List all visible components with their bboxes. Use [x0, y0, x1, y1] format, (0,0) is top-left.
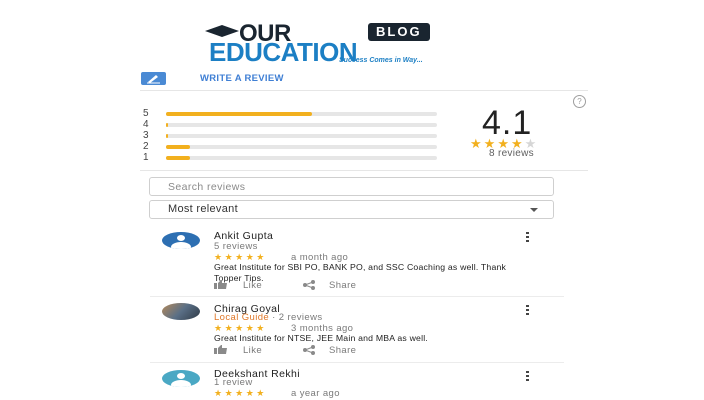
review-count: 8 reviews — [489, 148, 534, 159]
brand-logo: OUR BLOG EDUCATION Success Comes in Way.… — [205, 20, 490, 67]
reviewer-review-count: 5 reviews — [214, 241, 258, 252]
star-icon: ★ — [470, 136, 484, 151]
person-icon — [177, 235, 185, 241]
logo-blog-badge: BLOG — [368, 23, 430, 41]
more-options-icon[interactable] — [525, 232, 531, 243]
sort-dropdown[interactable]: Most relevant — [149, 200, 554, 219]
histogram-track — [166, 134, 437, 138]
histogram-row: 2 — [143, 141, 443, 153]
share-button[interactable]: Share — [329, 345, 356, 356]
reviewer-review-count: · 2 reviews — [272, 312, 323, 323]
person-icon — [177, 373, 185, 379]
histogram-row: 3 — [143, 130, 443, 142]
share-button[interactable]: Share — [329, 280, 356, 291]
review-divider — [150, 296, 564, 297]
histogram-star-label: 2 — [143, 141, 149, 152]
reviewer-meta: Local Guide · 2 reviews — [214, 312, 322, 323]
histogram-fill — [166, 134, 169, 138]
histogram-track — [166, 145, 437, 149]
graduation-cap-icon — [205, 25, 239, 37]
histogram-fill — [166, 123, 169, 127]
histogram-fill — [166, 156, 191, 160]
reviewer-review-count: 1 review — [214, 377, 253, 388]
review-divider — [150, 362, 564, 363]
histogram-star-label: 4 — [143, 119, 149, 130]
histogram-row: 1 — [143, 152, 443, 164]
histogram-row: 4 — [143, 119, 443, 131]
histogram-row: 5 — [143, 108, 443, 120]
share-icon[interactable] — [302, 280, 316, 290]
histogram-fill — [166, 112, 313, 116]
like-button[interactable]: Like — [243, 280, 262, 291]
search-reviews-box[interactable] — [149, 177, 554, 196]
avatar[interactable] — [162, 232, 200, 249]
review-stars: ★★★★★ — [214, 388, 267, 398]
histogram-track — [166, 156, 437, 160]
histogram-star-label: 1 — [143, 152, 149, 163]
header-divider — [140, 90, 588, 91]
like-button[interactable]: Like — [243, 345, 262, 356]
more-options-icon[interactable] — [525, 371, 531, 382]
review-date: a year ago — [291, 388, 340, 399]
search-reviews-input[interactable] — [150, 178, 553, 195]
histogram-track — [166, 123, 437, 127]
logo-education: EDUCATION — [209, 37, 358, 67]
avatar[interactable] — [162, 370, 200, 387]
histogram-track — [166, 112, 437, 116]
avatar[interactable] — [162, 303, 200, 320]
sort-selected-value: Most relevant — [168, 203, 238, 215]
caret-down-icon — [530, 208, 538, 212]
local-guide-badge: Local Guide — [214, 312, 270, 323]
thumbs-up-icon[interactable] — [214, 280, 228, 289]
histogram-fill — [166, 145, 191, 149]
review-text: Great Institute for NTSE, JEE Main and M… — [214, 333, 428, 343]
summary-divider — [140, 170, 588, 171]
help-circle-icon[interactable]: ? — [573, 95, 586, 108]
logo-tagline: Success Comes in Way... — [339, 57, 423, 64]
histogram-star-label: 3 — [143, 130, 149, 141]
pencil-icon[interactable] — [141, 72, 166, 85]
write-review-button[interactable]: WRITE A REVIEW — [200, 73, 284, 84]
share-icon[interactable] — [302, 345, 316, 355]
thumbs-up-icon[interactable] — [214, 345, 228, 354]
histogram-star-label: 5 — [143, 108, 149, 119]
more-options-icon[interactable] — [525, 305, 531, 316]
